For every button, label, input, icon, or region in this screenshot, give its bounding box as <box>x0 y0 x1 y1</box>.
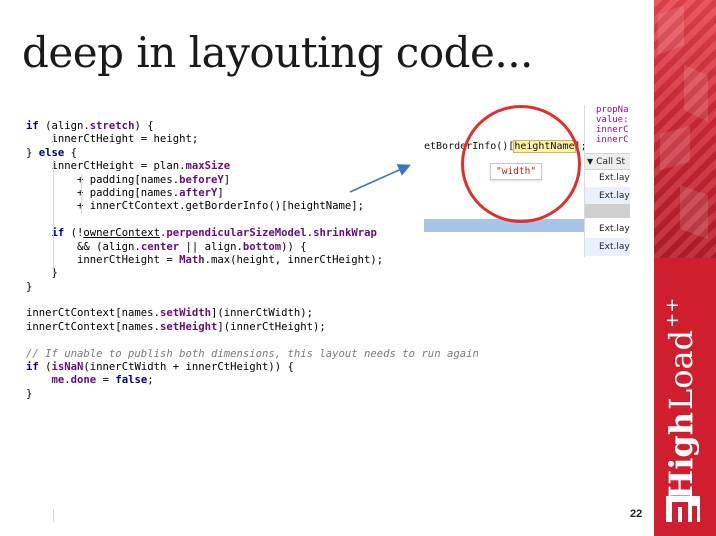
code-token: if <box>26 361 39 374</box>
code-token: beforeY <box>179 173 224 186</box>
code-token: } <box>26 280 33 293</box>
triangle-down-icon: ▼ <box>587 157 594 166</box>
code-token: || align. <box>179 240 243 253</box>
code-token: innerCtHeight = <box>26 253 180 266</box>
scope-line: propNa <box>596 105 629 115</box>
call-stack-row[interactable]: Ext.lay <box>585 238 630 256</box>
debugger-side-panel: propNa value: innerC innerC ▼ Call St Ext… <box>584 105 630 257</box>
pointer-arrow-icon <box>349 164 411 193</box>
code-token: ](innerCtWidth); <box>210 307 314 320</box>
code-token: bottom <box>242 240 282 253</box>
brand-suffix: ++ <box>662 297 683 328</box>
code-token: ](innerCtHeight); <box>217 320 326 333</box>
code-token: false <box>115 374 148 387</box>
code-token: ; <box>147 374 154 387</box>
code-line: // If unable to publish both dimensions,… <box>26 348 496 361</box>
callout-circle <box>461 105 581 223</box>
code-token: if <box>26 120 39 132</box>
code-line: innerCtContext[names.setWidth](innerCtWi… <box>26 307 496 320</box>
indent-guide <box>53 509 54 522</box>
code-token: setWidth <box>159 307 211 320</box>
code-token: // If unable to publish both dimensions,… <box>26 347 479 360</box>
code-token: (! <box>64 227 84 240</box>
code-token: ) { <box>134 120 154 132</box>
code-token: + padding[names. <box>26 173 180 186</box>
code-token: + padding[names. <box>26 186 180 199</box>
indent-guide <box>53 160 54 276</box>
panel-separator <box>585 204 630 218</box>
code-token: && (align. <box>26 240 141 253</box>
code-token: center <box>140 240 180 253</box>
code-token: me <box>51 374 65 387</box>
scope-line: value: <box>596 115 629 125</box>
page-number: 22 <box>630 508 643 520</box>
brand-name-bold: High <box>662 411 700 500</box>
code-token: ( <box>38 361 52 374</box>
code-token: stretch <box>89 120 135 132</box>
code-line: } <box>26 281 496 294</box>
highload-logo-icon <box>666 496 700 522</box>
code-token: innerCtHeight = height; <box>26 133 199 146</box>
code-token: (align. <box>38 120 90 132</box>
code-token: perpendicularSizeModel <box>166 227 307 240</box>
code-line: me.done = false; <box>26 374 496 387</box>
code-token: (innerCtWidth + innerCtHeight)) { <box>83 361 294 374</box>
code-token: innerCtContext[names. <box>26 320 160 333</box>
code-token: else <box>38 146 65 159</box>
code-token: { <box>64 146 78 159</box>
indent-guide <box>53 133 54 146</box>
code-token: ownerContext <box>83 227 160 240</box>
code-token: ] <box>223 173 231 186</box>
code-token: shrinkWrap <box>313 227 377 240</box>
code-token: isNaN <box>51 361 84 374</box>
scope-line: innerC <box>596 125 629 135</box>
code-token: done <box>70 374 97 387</box>
code-token: )) { <box>281 240 307 253</box>
code-token: + innerCtContext.getBorderInfo()[heightN… <box>26 200 365 213</box>
code-line: innerCtContext[names.setHeight](innerCtH… <box>26 321 496 334</box>
brand-name-regular: Load <box>662 329 700 410</box>
code-token: } <box>26 387 33 400</box>
code-line: if (isNaN(innerCtWidth + innerCtHeight))… <box>26 361 496 374</box>
call-stack-row[interactable]: Ext.lay <box>585 187 630 205</box>
call-stack-row[interactable]: Ext.lay <box>585 169 630 187</box>
code-token: Math <box>179 253 205 266</box>
code-token: afterY <box>179 186 218 199</box>
code-token: innerCtContext[names. <box>26 307 160 320</box>
code-line: } <box>26 388 496 401</box>
brand-sidebar: HighLoad++ <box>654 0 716 536</box>
code-line: } <box>26 267 496 280</box>
call-stack-label: Call St <box>596 157 626 167</box>
scope-line: innerC <box>596 135 629 145</box>
call-stack-header[interactable]: ▼ Call St <box>585 153 630 170</box>
code-token: } <box>26 146 39 159</box>
code-token: innerCtHeight = plan. <box>26 160 186 173</box>
code-token: setHeight <box>159 320 218 333</box>
code-token: maxSize <box>185 160 231 173</box>
code-token: .max(height, innerCtHeight); <box>204 253 384 266</box>
code-token: = <box>96 374 116 387</box>
indent-guide <box>81 174 82 214</box>
brand-pattern <box>654 0 716 258</box>
code-token: ] <box>217 186 224 199</box>
slide-title: deep in layouting code... <box>22 28 533 77</box>
brand-wordmark: HighLoad++ <box>662 260 708 500</box>
call-stack-row[interactable]: Ext.lay <box>585 220 630 238</box>
